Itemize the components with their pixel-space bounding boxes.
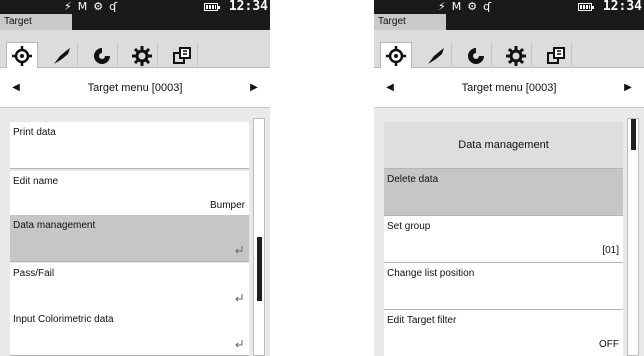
scrollbar-thumb[interactable] <box>257 237 262 301</box>
arrow-left-icon[interactable]: ◀ <box>382 80 398 96</box>
menu-item-input-colorimetric-data[interactable]: Input Colorimetric data <box>10 309 249 356</box>
scrollbar[interactable] <box>253 118 265 356</box>
battery-icon <box>578 3 594 11</box>
menu-item-delete-data[interactable]: Delete data <box>384 169 623 216</box>
status-bar: ⚡M⚙ʠ 12:34 <box>374 0 644 14</box>
color-tab[interactable] <box>86 43 118 68</box>
battery-icon <box>204 3 220 11</box>
tab-bar <box>0 30 270 68</box>
status-icons: ⚡M⚙ʠ <box>64 0 123 14</box>
tab-bar <box>374 30 644 68</box>
item-label: Data management <box>458 139 549 151</box>
settings-tab[interactable] <box>126 43 158 68</box>
multi-window-icon <box>546 46 565 64</box>
measure-tab[interactable] <box>420 43 452 68</box>
menu-item-set-group[interactable]: Set group [01] <box>384 216 623 263</box>
settings-tab-icon <box>131 45 152 66</box>
submenu-header-data-management: Data management <box>384 122 623 169</box>
item-value: OFF <box>599 339 619 350</box>
item-label: Set group <box>387 221 431 232</box>
clock: 12:34 <box>602 0 642 14</box>
multi-window-tab[interactable] <box>166 43 198 68</box>
lightning-icon: ⚡ <box>64 0 78 13</box>
target-tab[interactable] <box>6 42 38 68</box>
menu-item-print-data[interactable]: Print data <box>10 122 249 169</box>
menu-title: Target menu [0003] <box>87 82 183 94</box>
item-value: [01] <box>602 245 619 256</box>
menu-item-data-management[interactable]: Data management <box>10 215 249 262</box>
lightning-icon: ⚡ <box>438 0 452 13</box>
item-label: Data management <box>13 220 96 231</box>
menu-title: Target menu [0003] <box>461 82 557 94</box>
item-label: Delete data <box>387 174 439 185</box>
item-label: Print data <box>13 127 56 138</box>
right-device-screen: ⚡M⚙ʠ 12:34 Target ◀ Target menu [0003] ▶… <box>374 0 644 356</box>
measure-tab-icon <box>427 47 444 64</box>
menu-navigation: ◀ Target menu [0003] ▶ <box>0 68 270 108</box>
window-title: Target <box>374 14 446 30</box>
item-label: Edit Target filter <box>387 315 457 326</box>
status-bar: ⚡M⚙ʠ 12:34 <box>0 0 270 14</box>
enter-icon <box>235 340 243 348</box>
item-label: Pass/Fail <box>13 268 55 279</box>
enter-icon <box>235 246 243 254</box>
enter-icon <box>235 294 243 302</box>
item-label: Change list position <box>387 268 475 279</box>
arrow-left-icon[interactable]: ◀ <box>8 80 24 96</box>
item-label: Edit name <box>13 176 59 187</box>
window-title: Target <box>0 14 72 30</box>
settings-tab[interactable] <box>500 43 532 68</box>
scrollbar[interactable] <box>627 118 639 356</box>
clock: 12:34 <box>228 0 268 14</box>
target-tab[interactable] <box>380 42 412 68</box>
color-tab-icon <box>467 47 484 64</box>
mode-icon: M⚙ <box>451 0 484 13</box>
menu-item-change-list-position[interactable]: Change list position <box>384 263 623 310</box>
item-value: Bumper <box>209 200 245 211</box>
settings-tab-icon <box>505 45 526 66</box>
menu-item-pass-fail[interactable]: Pass/Fail <box>10 263 249 310</box>
menu-item-edit-name[interactable]: Edit name Bumper <box>10 171 249 218</box>
bluetooth-icon: ʠ <box>483 0 498 13</box>
target-tab-icon <box>12 45 32 66</box>
arrow-right-icon[interactable]: ▶ <box>620 80 636 96</box>
menu-list: Data management Delete data Set group [0… <box>374 108 644 356</box>
color-tab[interactable] <box>460 43 492 68</box>
multi-window-tab[interactable] <box>540 43 572 68</box>
bluetooth-icon: ʠ <box>109 0 124 13</box>
item-label: Input Colorimetric data <box>13 314 114 325</box>
measure-tab[interactable] <box>46 43 78 68</box>
measure-tab-icon <box>53 47 70 64</box>
target-tab-icon <box>386 45 406 66</box>
arrow-right-icon[interactable]: ▶ <box>246 80 262 96</box>
multi-window-icon <box>172 46 191 64</box>
menu-navigation: ◀ Target menu [0003] ▶ <box>374 68 644 108</box>
menu-list: Print data Edit name Bumper Data managem… <box>0 108 270 356</box>
mode-icon: M⚙ <box>77 0 110 13</box>
color-tab-icon <box>93 47 110 64</box>
scrollbar-thumb[interactable] <box>631 119 636 150</box>
left-device-screen: ⚡M⚙ʠ 12:34 Target ◀ Target menu [0003] ▶… <box>0 0 270 356</box>
status-icons: ⚡M⚙ʠ <box>438 0 497 14</box>
menu-item-edit-target-filter[interactable]: Edit Target filter OFF <box>384 310 623 356</box>
